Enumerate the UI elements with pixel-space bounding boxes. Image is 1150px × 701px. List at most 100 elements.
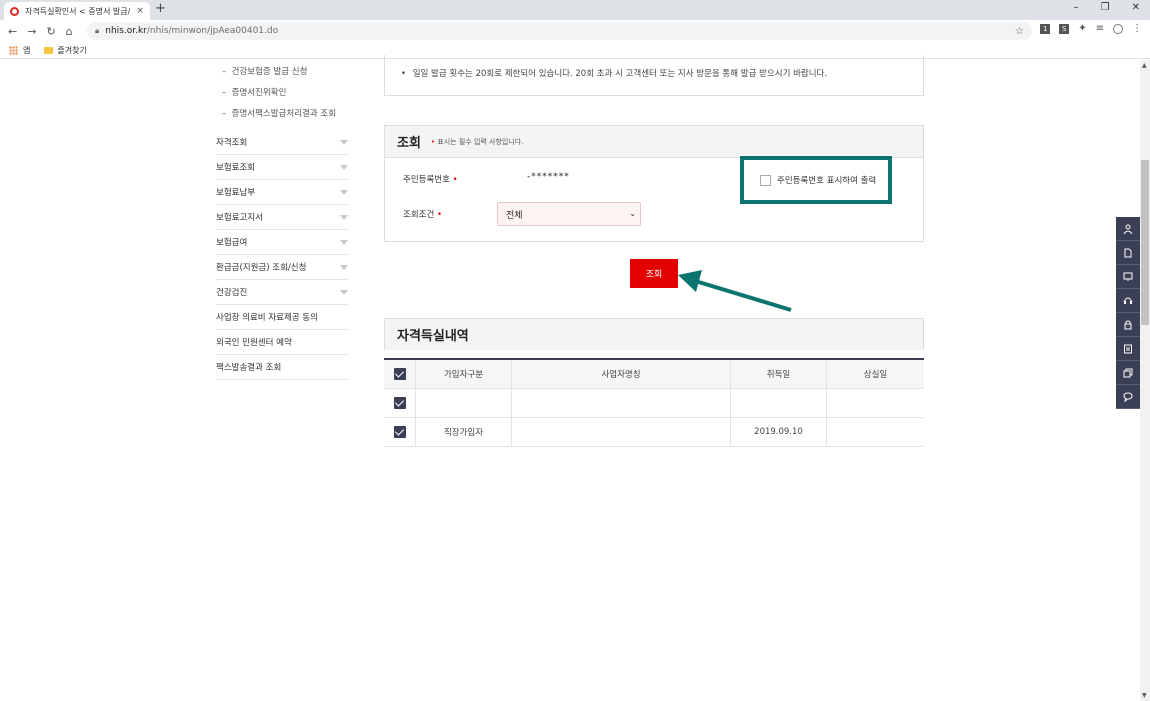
url-host: nhis.or.kr	[105, 26, 147, 36]
monitor-icon[interactable]	[1116, 265, 1140, 289]
chevron-down-icon: ⌄	[629, 209, 636, 218]
window-controls: – ❐ ✕	[1074, 2, 1140, 13]
table-cell	[512, 418, 731, 446]
bookmark-favorites[interactable]: 즐겨찾기	[57, 45, 86, 56]
chat-icon[interactable]	[1116, 385, 1140, 409]
query-section: 조회 • 표시는 필수 입력 사항입니다. 주민등록번호 • -******* …	[384, 125, 924, 242]
tab-title: 자격득실확인서 < 증명서 발급/	[25, 6, 131, 16]
table-row: 직장가입자 2019.09.10	[384, 418, 924, 447]
row-checkbox[interactable]	[393, 397, 406, 409]
query-title: 조회	[397, 136, 421, 151]
resident-number-label: 주민등록번호 •	[403, 175, 458, 185]
document-icon[interactable]	[1116, 241, 1140, 265]
table-cell	[416, 389, 512, 417]
table-cell: 2019.09.10	[731, 418, 827, 446]
sidebar-item[interactable]: 사업장 의료비 자료제공 동의	[216, 305, 349, 330]
condition-label: 조회조건 •	[403, 210, 442, 220]
chevron-down-icon	[340, 139, 348, 145]
restore-button[interactable]: ❐	[1101, 2, 1110, 13]
quick-menu	[1116, 217, 1140, 409]
extensions-area: 1 S ✦ ≡ ⋮	[1040, 24, 1142, 34]
chevron-down-icon	[340, 264, 348, 270]
chevron-down-icon	[340, 239, 348, 245]
column-header: 사업자명칭	[512, 360, 731, 388]
extension-1-icon[interactable]: 1	[1040, 24, 1051, 34]
chevron-down-icon	[340, 164, 348, 170]
person-icon[interactable]	[1116, 217, 1140, 241]
copy-icon[interactable]	[1116, 361, 1140, 385]
submenu-item[interactable]: – 증명서팩스발급처리결과 조회	[222, 107, 336, 128]
minimize-button[interactable]: –	[1074, 2, 1079, 13]
select-all-checkbox[interactable]	[393, 368, 406, 380]
sidebar-item[interactable]: 보험료조회	[216, 155, 349, 180]
required-note: • 표시는 필수 입력 사항입니다.	[430, 137, 524, 146]
table-cell	[512, 389, 731, 417]
profile-avatar-icon[interactable]	[1113, 24, 1123, 34]
chevron-down-icon	[340, 189, 348, 195]
show-resident-checkbox[interactable]	[760, 174, 771, 186]
condition-select[interactable]: 전체 ⌄	[497, 202, 641, 226]
result-table: 가입자구분 사업자명칭 취득일 상실일 직장가입자 2019.09.10	[384, 358, 924, 447]
sidebar-item[interactable]: 외국인 민원센터 예약	[216, 330, 349, 355]
lock-icon[interactable]	[1116, 313, 1140, 337]
browser-tab-bar: 자격득실확인서 < 증명서 발급/ × + – ❐ ✕	[0, 0, 1150, 20]
notice-bullet: •	[401, 69, 407, 79]
table-cell	[827, 418, 924, 446]
sidebar-submenu: – 건강보험증 발급 신청 – 증명서진위확인 – 증명서팩스발급처리결과 조회	[222, 65, 336, 128]
submenu-item[interactable]: – 건강보험증 발급 신청	[222, 65, 336, 86]
column-header: 가입자구분	[416, 360, 512, 388]
column-header: 상실일	[863, 370, 888, 380]
sidebar-item[interactable]: 건강검진	[216, 280, 349, 305]
apps-grid-icon[interactable]	[9, 45, 18, 55]
table-cell	[731, 389, 827, 417]
close-window-button[interactable]: ✕	[1132, 2, 1140, 13]
notice-text: 일일 발급 횟수는 20회로 제한되어 있습니다. 20회 초과 시 고객센터 …	[412, 69, 828, 79]
new-tab-button[interactable]: +	[155, 1, 166, 16]
site-favicon-icon	[10, 6, 19, 16]
url-path: /nhis/minwon/jpAea00401.do	[146, 26, 279, 36]
browser-tab[interactable]: 자격득실확인서 < 증명서 발급/ ×	[4, 2, 150, 20]
sidebar-item[interactable]: 자격조회	[216, 130, 349, 155]
chevron-down-icon	[340, 214, 348, 220]
submenu-item[interactable]: – 증명서진위확인	[222, 86, 336, 107]
sidebar-item[interactable]: 보험급여	[216, 230, 349, 255]
headset-icon[interactable]	[1116, 289, 1140, 313]
annotation-arrow-icon	[678, 270, 792, 312]
back-icon[interactable]: ←	[8, 25, 17, 38]
reload-icon[interactable]: ↻	[46, 25, 55, 38]
condition-selected: 전체	[506, 210, 523, 221]
resident-number-value: -*******	[527, 172, 570, 182]
table-cell	[827, 389, 924, 417]
page-scrollbar[interactable]: ▲ ▼	[1140, 60, 1150, 701]
list-icon[interactable]	[1116, 337, 1140, 361]
table-cell: 직장가입자	[416, 418, 512, 446]
browser-toolbar: ← → ↻ ⌂ 🔒︎ nhis.or.kr /nhis/minwon/jpAea…	[0, 20, 1150, 42]
scrollbar-thumb[interactable]	[1141, 160, 1149, 325]
reading-list-icon[interactable]: ≡	[1096, 24, 1104, 34]
sidebar-menu: 자격조회 보험료조회 보험료납부 보험료고지서 보험급여 환급금(지원금) 조회…	[216, 130, 349, 380]
table-row	[384, 389, 924, 418]
page-content: – 건강보험증 발급 신청 – 증명서진위확인 – 증명서팩스발급처리결과 조회…	[0, 55, 1140, 701]
menu-kebab-icon[interactable]: ⋮	[1132, 24, 1142, 34]
bookmark-apps[interactable]: 앱	[23, 45, 30, 56]
bookmark-star-icon[interactable]: ☆	[1015, 26, 1024, 37]
puzzle-icon[interactable]: ✦	[1078, 24, 1086, 34]
sidebar-item[interactable]: 보험료고지서	[216, 205, 349, 230]
show-resident-label[interactable]: 주민등록번호 표시하여 출력	[777, 174, 876, 186]
sidebar-item[interactable]: 팩스발송결과 조회	[216, 355, 349, 380]
scroll-down-icon[interactable]: ▼	[1142, 692, 1147, 699]
sidebar-item[interactable]: 환급금(지원금) 조회/신청	[216, 255, 349, 280]
extension-s-icon[interactable]: S	[1059, 24, 1070, 34]
notice-box: • 일일 발급 횟수는 20회로 제한되어 있습니다. 20회 초과 시 고객센…	[384, 55, 924, 96]
lock-icon: 🔒︎	[95, 26, 100, 35]
tab-close-icon[interactable]: ×	[136, 6, 144, 16]
sidebar-item[interactable]: 보험료납부	[216, 180, 349, 205]
row-checkbox[interactable]	[393, 426, 406, 438]
address-bar[interactable]: 🔒︎ nhis.or.kr /nhis/minwon/jpAea00401.do…	[87, 22, 1032, 40]
forward-icon[interactable]: →	[27, 25, 36, 38]
folder-icon	[44, 46, 54, 54]
home-icon[interactable]: ⌂	[66, 25, 73, 38]
result-title: 자격득실내역	[384, 318, 924, 350]
search-button[interactable]: 조회	[630, 259, 678, 288]
scroll-up-icon[interactable]: ▲	[1142, 62, 1147, 69]
